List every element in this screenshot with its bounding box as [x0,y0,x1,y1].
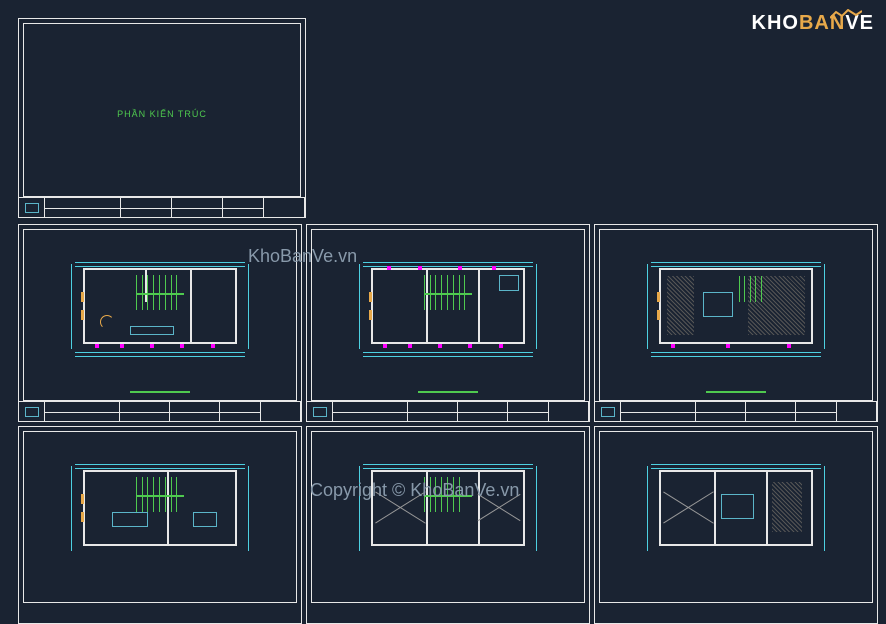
titleblock [19,197,305,217]
drawing-sheet-plan-1[interactable] [18,224,302,422]
wall-outline [659,268,813,344]
roof-icon [830,9,862,19]
floor-plan [59,457,261,568]
floor-plan [347,255,549,366]
plan-title-underline [418,391,478,393]
titleblock-project [45,198,121,217]
plan-title-underline [706,391,766,393]
stair-icon [136,477,184,513]
titleblock-logo [19,198,45,217]
drawing-sheet-ceiling-2[interactable] [594,426,878,624]
drawing-sheet-cover[interactable]: PHẦN KIẾN TRÚC [18,18,306,218]
cover-title: PHẦN KIẾN TRÚC [117,109,207,119]
drawing-sheet-plan-3[interactable] [18,426,302,624]
ceiling-plan [635,457,837,568]
titleblock-sheet-no [264,198,305,217]
titleblock [307,401,589,421]
titleblock [595,401,877,421]
titleblock-scale [223,198,264,217]
stair-icon [136,275,184,311]
plan-title-underline [130,391,190,393]
cad-model-space[interactable]: KHOBANVE KhoBanVe.vn Copyright © KhoBanV… [0,0,886,521]
titleblock-client [121,198,172,217]
brand-logo: KHOBANVE [752,12,874,35]
roof-plan [635,255,837,366]
titleblock-drawn [172,198,223,217]
stair-icon [424,275,472,311]
drawing-sheet-ceiling-1[interactable] [306,426,590,624]
wall-outline [659,470,813,546]
stair-icon [424,477,472,513]
drawing-sheet-roof[interactable] [594,224,878,422]
drawing-sheet-plan-2[interactable] [306,224,590,422]
titleblock [19,401,301,421]
ceiling-plan [347,457,549,568]
floor-plan [59,255,261,366]
